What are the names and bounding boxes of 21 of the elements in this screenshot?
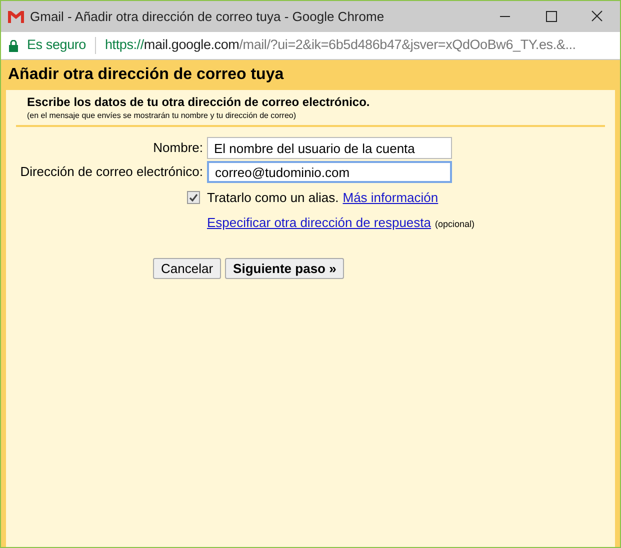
field-label: Dirección de correo electrónico: — [19, 163, 203, 181]
optional-note: (opcional) — [435, 218, 475, 231]
address-bar[interactable]: Es seguro https://mail.google.com/mail/?ui=2&ik=6b5d486b47&jsver=xQdOoBw6_TY.es.&... — [1, 32, 620, 60]
checkmark-icon — [189, 193, 198, 202]
dialog-subheading: (en el mensaje que envíes se mostrarán tu nombre y tu dirección de correo) — [27, 110, 298, 121]
alias-label: Tratarlo como un alias. — [207, 189, 339, 207]
more-info-link[interactable]: Más información — [342, 188, 438, 208]
lock-icon — [9, 40, 18, 52]
input-field[interactable]: El nombre del usuario de la cuenta — [207, 137, 452, 159]
mail-logo-icon — [8, 10, 24, 22]
dialog-title: Añadir otra dirección de correo tuya — [8, 65, 284, 85]
url-text: https://mail.google.com/mail/?ui=2&ik=6b5d486b47&jsver=xQdOoBw6_TY.es.&... — [104, 36, 576, 54]
cancel-button[interactable]: Cancelar — [153, 258, 222, 279]
field-label: Nombre: — [152, 139, 203, 157]
security-label: Es seguro — [27, 36, 86, 54]
dialog-heading: Escribe los datos de tu otra dirección de correo electrónico. — [27, 95, 371, 110]
input-field[interactable]: correo@tudominio.com — [207, 161, 452, 183]
reply-to-link[interactable]: Especificar otra dirección de respuesta — [207, 212, 432, 232]
next-step-button[interactable]: Siguiente paso » — [225, 258, 344, 279]
window-title: Gmail - Añadir otra dirección de correo tuya - Google Chrome — [30, 8, 384, 26]
alias-checkbox[interactable] — [187, 191, 200, 204]
